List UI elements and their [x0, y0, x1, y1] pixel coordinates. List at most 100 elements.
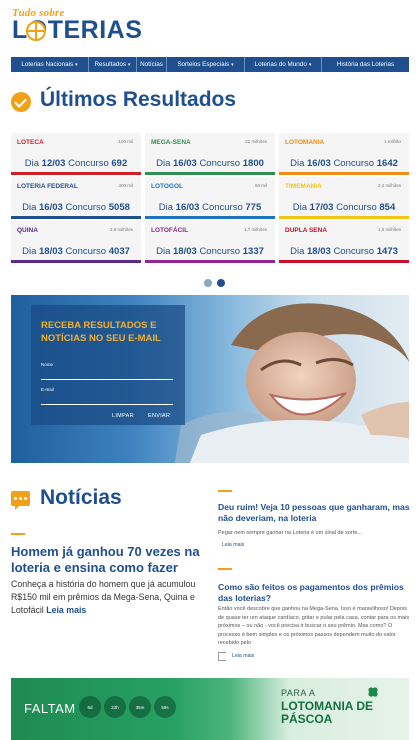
prize-amount: 300 mil [118, 183, 133, 188]
divider [218, 568, 232, 570]
draw-contest-label: Concurso [65, 246, 107, 257]
clover-icon [368, 687, 378, 697]
draw-day-label: Dia [158, 202, 174, 213]
result-card[interactable]: LOTOFÁCIL 1,7 milhões Dia 18/03 Concurso 1… [145, 221, 275, 263]
draw-contest: 1473 [376, 246, 398, 257]
divider [11, 533, 25, 535]
draw-day-label: Dia [156, 246, 171, 257]
result-card[interactable]: MEGA-SENA 21 milhões Dia 16/03 Concurso 18… [145, 133, 275, 175]
check-circle-icon [11, 92, 31, 112]
read-more-link[interactable]: Leia mais [222, 542, 244, 548]
result-card[interactable]: LOTECA 100 mil Dia 12/03 Concurso 692 [11, 133, 141, 175]
draw-contest-label: Concurso [336, 202, 377, 213]
prize-amount: 1,7 milhões [243, 227, 267, 232]
carousel-pagination [204, 279, 225, 287]
draw-info: Dia 18/03 Concurso 1337 [145, 246, 275, 257]
result-card[interactable]: TIMEMANIA 2,4 milhões Dia 17/03 Concurso 8… [279, 177, 409, 219]
draw-day-label: Dia [24, 158, 40, 169]
lottery-name: LOTOMANIA [285, 139, 325, 146]
nav-loterias-do-mundo[interactable]: Loterias do Mundo ▾ [245, 57, 322, 72]
draw-contest: 854 [379, 202, 396, 213]
speech-bubble-icon [11, 491, 30, 510]
draw-contest: 692 [111, 158, 128, 169]
lottery-name: LOTOFÁCIL [151, 227, 189, 234]
countdown-game-name: LOTOMANIA DE PÁSCOA [281, 699, 373, 726]
draw-date: 18/03 [173, 246, 197, 257]
name-field[interactable] [41, 379, 173, 380]
nav-resultados[interactable]: Resultados ▾ [89, 57, 137, 72]
newsletter-banner: RECEBA RESULTADOS E NOTÍCIAS NO SEU E-MA… [11, 295, 409, 463]
draw-date: 16/03 [307, 158, 331, 169]
carousel-dot-active[interactable] [217, 279, 225, 287]
side-article-title[interactable]: Deu ruim! Veja 10 pessoas que ganharam, … [218, 502, 413, 524]
draw-day-label: Dia [156, 158, 171, 169]
prize-amount: 1,6 milhões [377, 227, 401, 232]
main-navigation: Loterias Nacionais ▾ Resultados ▾ Notícias… [11, 57, 409, 72]
email-field[interactable] [41, 404, 173, 405]
side-article-summary: Então você descobre que ganhou na Mega-S… [218, 606, 410, 646]
draw-contest: 1800 [242, 158, 264, 169]
lottery-name: DUPLA SENA [285, 227, 328, 234]
prize-amount: 2,6 milhões [109, 227, 133, 232]
draw-day-label: Dia [22, 202, 37, 213]
draw-contest-label: Concurso [68, 158, 109, 169]
lead-article-title[interactable]: Homem já ganhou 70 vezes na loteria e en… [11, 544, 206, 576]
countdown-banner[interactable]: FALTAM 6d 23h 35m 59s PARA A LOTOMANIA D… [11, 678, 409, 740]
side-article-title[interactable]: Como são feitos os pagamentos dos prêmio… [218, 582, 413, 604]
draw-contest-label: Concurso [333, 246, 375, 257]
email-field-label: E-mail [41, 387, 54, 392]
draw-contest: 1337 [242, 246, 264, 257]
nav-historia-das-loterias[interactable]: História das Loterias [322, 57, 409, 72]
chevron-down-icon: ▾ [231, 61, 234, 68]
draw-info: Dia 16/03 Concurso 775 [145, 202, 275, 213]
countdown-pretitle: PARA A [281, 688, 316, 698]
nav-sorteios-especiais[interactable]: Sorteios Especiais ▾ [167, 57, 245, 72]
result-card[interactable]: LOTOGOL 60 mil Dia 16/03 Concurso 775 [145, 177, 275, 219]
nav-loterias-nacionais[interactable]: Loterias Nacionais ▾ [11, 57, 89, 72]
countdown-days: 6d [79, 696, 101, 718]
chevron-down-icon: ▾ [128, 61, 131, 68]
site-logo[interactable]: Tudo sobre LOTERIAS [12, 7, 142, 49]
draw-day-label: Dia [22, 246, 37, 257]
draw-date: 16/03 [175, 202, 200, 213]
prize-amount: 100 mil [118, 139, 133, 144]
draw-info: Dia 18/03 Concurso 4037 [11, 246, 141, 257]
send-button[interactable]: ENVIAR [148, 413, 170, 419]
draw-contest-label: Concurso [333, 158, 375, 169]
result-card[interactable]: LOTERIA FEDERAL 300 mil Dia 16/03 Concurso… [11, 177, 141, 219]
lottery-name: LOTOGOL [151, 183, 184, 190]
newsletter-form: RECEBA RESULTADOS E NOTÍCIAS NO SEU E-MA… [31, 305, 185, 425]
lottery-name: TIMEMANIA [285, 183, 322, 190]
draw-day-label: Dia [290, 158, 305, 169]
result-card[interactable]: LOTOMANIA 1 milhão Dia 16/03 Concurso 1642 [279, 133, 409, 175]
draw-date: 16/03 [39, 202, 63, 213]
draw-day-label: Dia [292, 202, 308, 213]
countdown-hours: 23h [104, 696, 126, 718]
newsletter-title: RECEBA RESULTADOS E NOTÍCIAS NO SEU E-MA… [41, 320, 161, 344]
read-more-link[interactable]: Leia mais [232, 653, 254, 659]
countdown-label: FALTAM [24, 701, 76, 716]
draw-info: Dia 16/03 Concurso 1642 [279, 158, 409, 169]
chevron-down-icon: ▾ [308, 61, 312, 68]
results-section-title: Últimos Resultados [40, 88, 237, 111]
draw-contest: 1642 [376, 158, 398, 169]
result-card[interactable]: DUPLA SENA 1,6 milhões Dia 18/03 Concurso … [279, 221, 409, 263]
carousel-dot[interactable] [204, 279, 212, 287]
draw-contest: 5058 [108, 202, 130, 213]
side-article-summary: Pegar nem sempre ganhar na Loteria é um … [218, 530, 362, 536]
bracket-decoration [218, 652, 226, 661]
read-more-link[interactable]: Leia mais [46, 605, 86, 615]
draw-info: Dia 17/03 Concurso 854 [279, 202, 409, 213]
name-field-label: Nome [41, 362, 54, 367]
result-card[interactable]: QUINA 2,6 milhões Dia 18/03 Concurso 4037 [11, 221, 141, 263]
draw-info: Dia 16/03 Concurso 5058 [11, 202, 141, 213]
clear-button[interactable]: LIMPAR [112, 413, 134, 419]
lottery-name: QUINA [17, 227, 38, 234]
globe-icon [26, 21, 46, 41]
countdown-seconds: 59s [154, 696, 176, 718]
draw-contest-label: Concurso [65, 202, 107, 213]
lottery-name: MEGA-SENA [151, 139, 191, 146]
nav-noticias[interactable]: Notícias [137, 57, 167, 72]
draw-contest: 775 [245, 202, 262, 213]
draw-date: 18/03 [307, 246, 331, 257]
